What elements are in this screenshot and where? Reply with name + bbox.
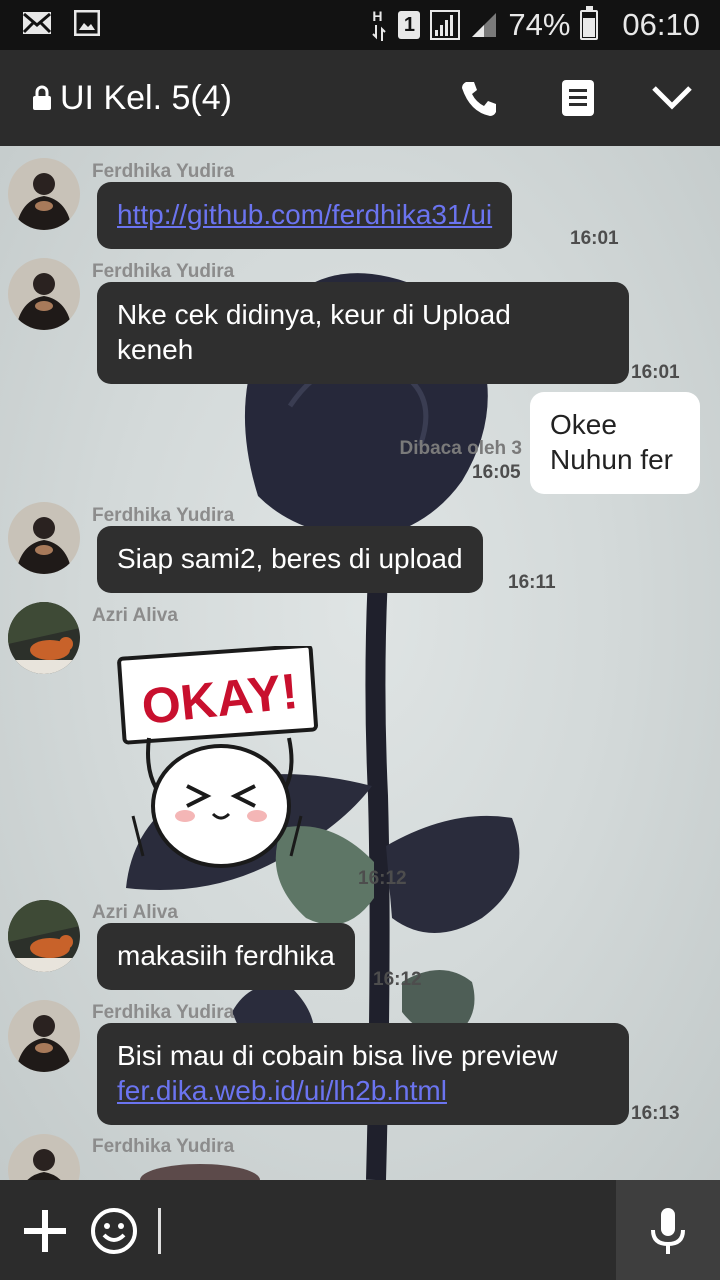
message-bubble[interactable]: makasiih ferdhika (97, 923, 355, 990)
status-bar: H 1 74% 06:10 (0, 0, 720, 50)
message-link[interactable]: fer.dika.web.id/ui/lh2b.html (117, 1075, 447, 1106)
message-bubble[interactable]: Nke cek didinya, keur di Upload keneh (97, 282, 629, 384)
message-text: Nuhun fer (550, 444, 673, 475)
sender-name: Ferdhika Yudira (92, 505, 235, 526)
avatar[interactable] (8, 1000, 80, 1072)
avatar[interactable] (8, 502, 80, 574)
notes-icon[interactable] (558, 78, 598, 118)
own-message-bubble[interactable]: Okee Nuhun fer (530, 392, 700, 494)
mail-icon (22, 12, 52, 34)
message-text-field[interactable] (158, 1208, 161, 1254)
message-time: 16:11 (508, 572, 556, 593)
sender-name: Ferdhika Yudira (92, 1002, 235, 1023)
signal-strength-2-icon (472, 13, 497, 37)
message-text: Bisi mau di cobain bisa live preview (117, 1040, 558, 1071)
message-link[interactable]: http://github.com/ferdhika31/ui (117, 199, 492, 230)
sender-name: Ferdhika Yudira (92, 261, 235, 282)
message-time: 16:12 (358, 868, 407, 889)
chevron-down-icon[interactable] (652, 78, 692, 118)
avatar[interactable] (8, 158, 80, 230)
message-text: keneh (117, 334, 194, 365)
plus-icon[interactable] (24, 1210, 66, 1252)
microphone-button[interactable] (616, 1180, 720, 1280)
microphone-icon (651, 1208, 685, 1254)
sim-slot-badge: 1 (398, 11, 421, 39)
avatar[interactable] (8, 258, 80, 330)
okay-sticker[interactable]: OKAY! (113, 643, 325, 878)
read-receipt: Dibaca oleh 3 (399, 438, 523, 459)
status-time: 06:10 (622, 7, 700, 42)
message-text: Siap sami2, beres di upload (117, 543, 463, 574)
avatar[interactable] (8, 900, 80, 972)
sender-name: Ferdhika Yudira (92, 161, 235, 182)
battery-percentage: 74% (508, 7, 571, 42)
battery-fill (583, 17, 596, 37)
sender-name: Ferdhika Yudira (92, 1136, 235, 1157)
message-input-bar (0, 1180, 720, 1280)
image-icon (74, 10, 100, 36)
message-text: Okee (550, 409, 617, 440)
chat-header: UI Kel. 5(4) (0, 50, 720, 146)
message-time: 16:01 (570, 228, 619, 249)
message-text: makasiih ferdhika (117, 940, 335, 971)
signal-strength-icon (430, 10, 461, 40)
chat-title[interactable]: UI Kel. 5(4) (60, 79, 232, 118)
message-time: 16:12 (373, 969, 422, 990)
sender-name: Azri Aliva (92, 902, 178, 923)
message-time: 16:05 (472, 462, 521, 483)
network-type-icon: H (370, 8, 388, 42)
message-bubble[interactable]: Bisi mau di cobain bisa live preview fer… (97, 1023, 629, 1125)
message-bubble[interactable]: http://github.com/ferdhika31/ui (97, 182, 513, 249)
message-bubble[interactable]: Siap sami2, beres di upload (97, 526, 483, 593)
message-time: 16:13 (631, 1103, 680, 1124)
message-text: Nke cek didinya, keur di Upload (117, 299, 511, 330)
phone-icon[interactable] (460, 78, 500, 118)
battery-icon (580, 6, 599, 40)
chat-area[interactable]: Ferdhika Yudira http://github.com/ferdhi… (0, 146, 720, 1180)
message-time: 16:01 (631, 362, 680, 383)
avatar[interactable] (8, 602, 80, 674)
sender-name: Azri Aliva (92, 605, 178, 626)
emoji-icon[interactable] (90, 1207, 138, 1255)
lock-icon (33, 85, 51, 110)
